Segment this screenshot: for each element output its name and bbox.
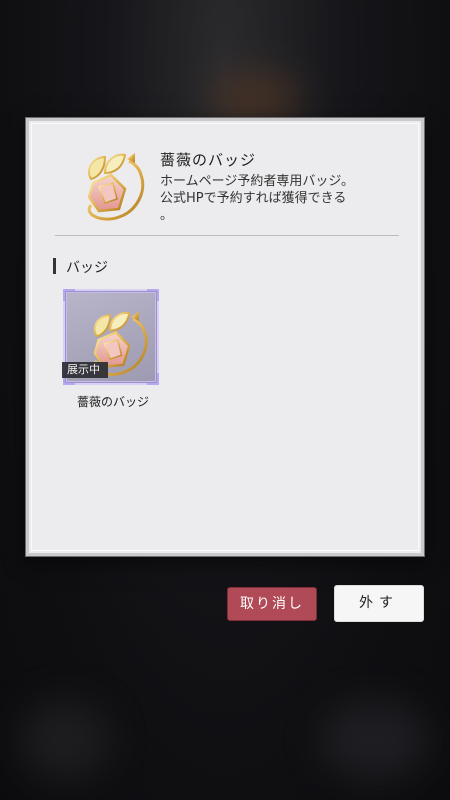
description-line: ホームページ予約者専用バッジ。 <box>160 174 354 189</box>
badge-description: ホームページ予約者専用バッジ。 公式HPで予約すれば獲得できる 。 <box>160 173 400 224</box>
background-blur <box>320 700 430 780</box>
header-divider <box>55 235 399 236</box>
description-line: 。 <box>160 208 174 223</box>
badge-slot-rose[interactable]: 展示中 <box>62 289 159 385</box>
description-line: 公式HPで予約すれば獲得できる <box>160 191 347 206</box>
displaying-tag: 展示中 <box>62 362 108 378</box>
section-label: バッジ <box>66 260 108 276</box>
cancel-button[interactable]: 取り消し <box>227 587 317 621</box>
badge-slot-label: 薔薇のバッジ <box>76 395 149 409</box>
background-blur <box>20 700 110 780</box>
badge-title: 薔薇のバッジ <box>160 151 257 169</box>
section-marker <box>53 258 56 274</box>
badge-detail-header: 薔薇のバッジ ホームページ予約者専用バッジ。 公式HPで予約すれば獲得できる 。 <box>29 121 421 239</box>
remove-button[interactable]: 外す <box>334 585 424 622</box>
rose-badge-icon <box>87 153 145 221</box>
badge-dialog: 薔薇のバッジ ホームページ予約者専用バッジ。 公式HPで予約すれば獲得できる 。… <box>26 118 424 556</box>
